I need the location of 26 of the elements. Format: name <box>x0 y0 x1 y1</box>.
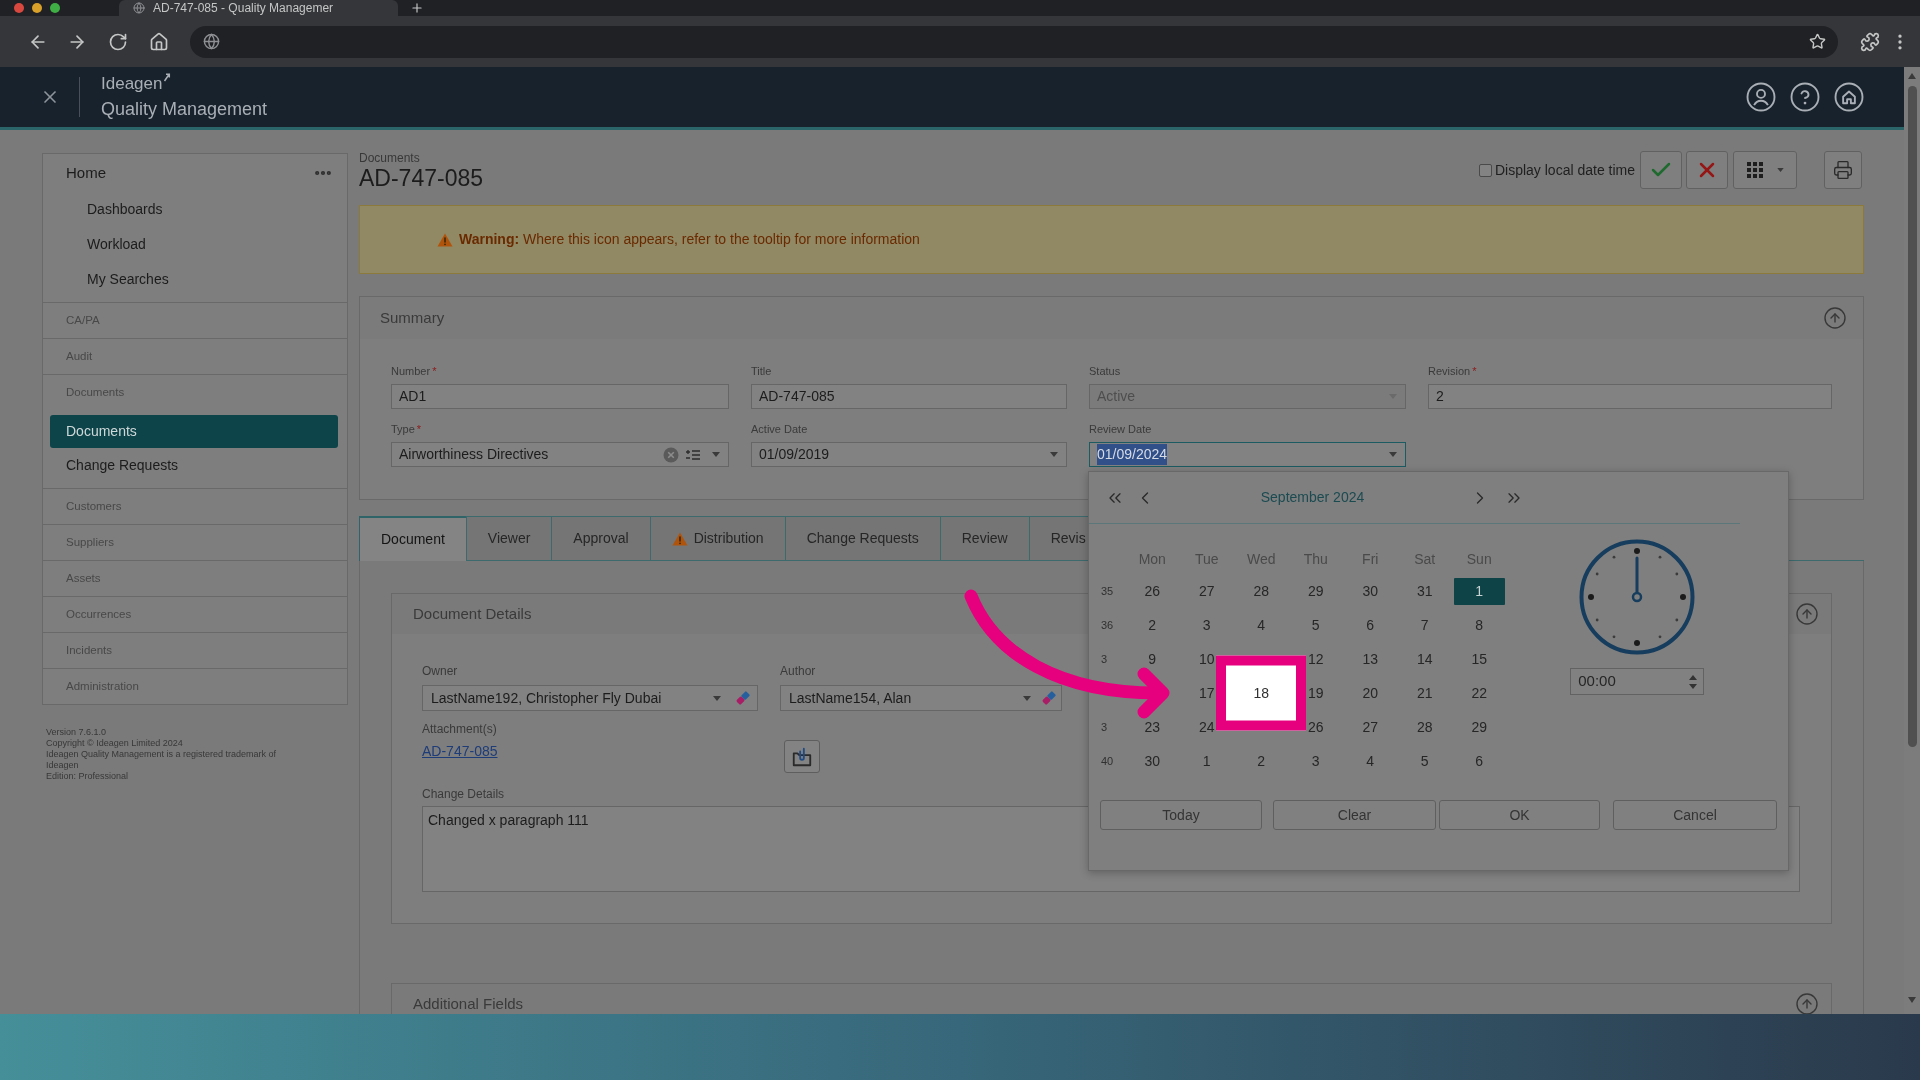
week-number: 35 <box>1101 584 1114 598</box>
checkbox-label: Display local date time <box>1494 160 1635 180</box>
field-label: Number * <box>391 364 438 379</box>
field-label: Type * <box>391 422 423 437</box>
field-label: Author <box>780 663 817 680</box>
section-title: Additional Fields <box>413 993 524 1014</box>
field-label: Change Details <box>422 786 506 803</box>
brand-name: Ideagen <box>101 75 163 93</box>
field-label: Owner <box>422 663 459 680</box>
week-number: 36 <box>1101 618 1114 632</box>
warning-message: Warning: Where this icon appears, refer to the tooltip for more information <box>459 230 920 249</box>
section-title: Summary <box>380 307 445 328</box>
field-label: Revision * <box>1428 364 1478 379</box>
week-number: 40 <box>1101 754 1114 768</box>
field-label: Attachment(s) <box>422 721 498 738</box>
section-title: Document Details <box>413 603 532 624</box>
version-info-text: Edition: Professional <box>46 771 130 782</box>
week-number: 3 <box>1101 652 1108 666</box>
version-info-text: Version 7.6.1.0 <box>46 727 108 738</box>
field-label: Title <box>751 364 773 379</box>
field-label: Active Date <box>751 422 809 437</box>
product-name: Quality Management <box>101 99 268 119</box>
field-label: Status <box>1089 364 1122 379</box>
week-number: 3 <box>1101 720 1108 734</box>
field-label: Review Date <box>1089 422 1153 437</box>
page-title: AD-747-085 <box>359 165 484 191</box>
